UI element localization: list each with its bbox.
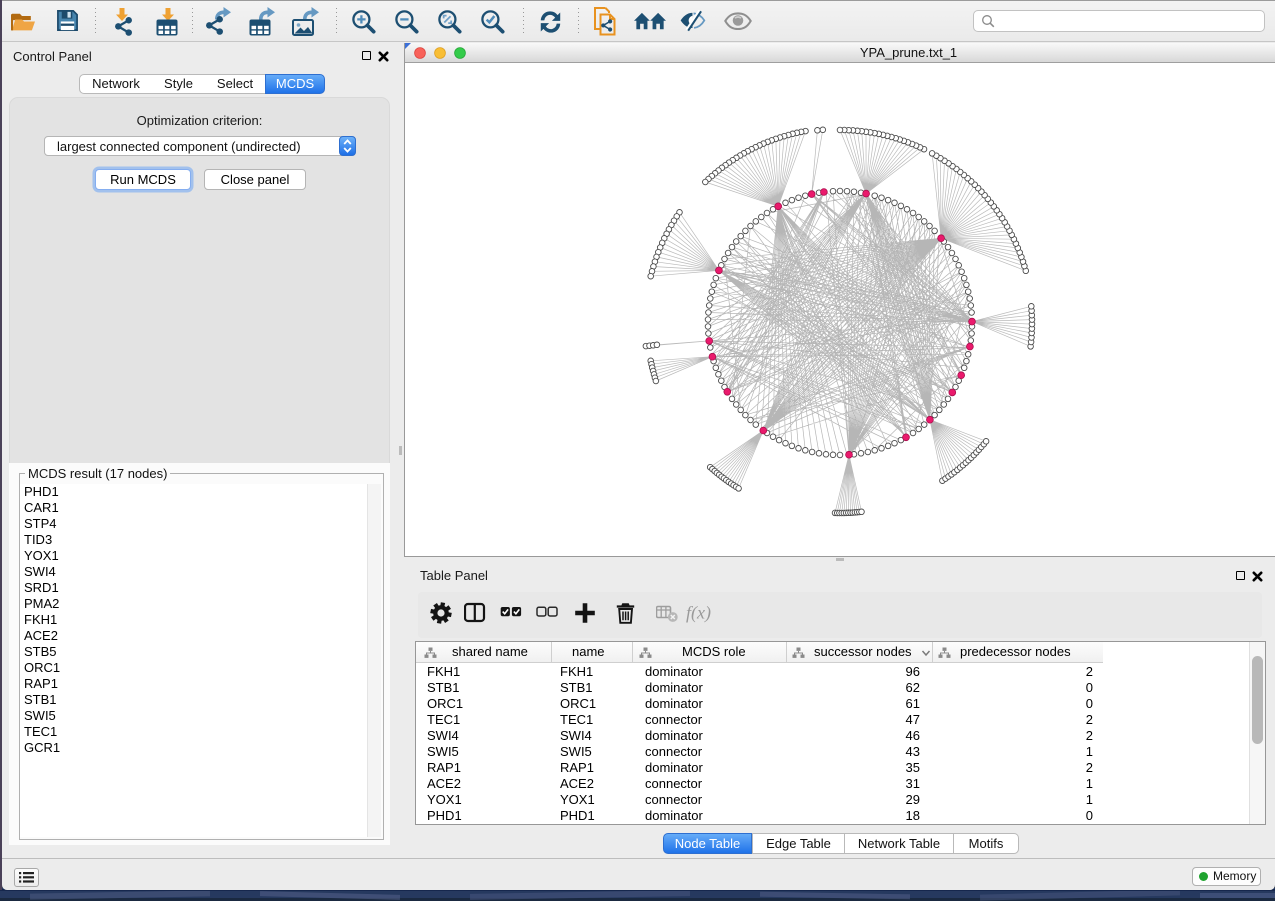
svg-text:f(x): f(x) (686, 603, 711, 624)
